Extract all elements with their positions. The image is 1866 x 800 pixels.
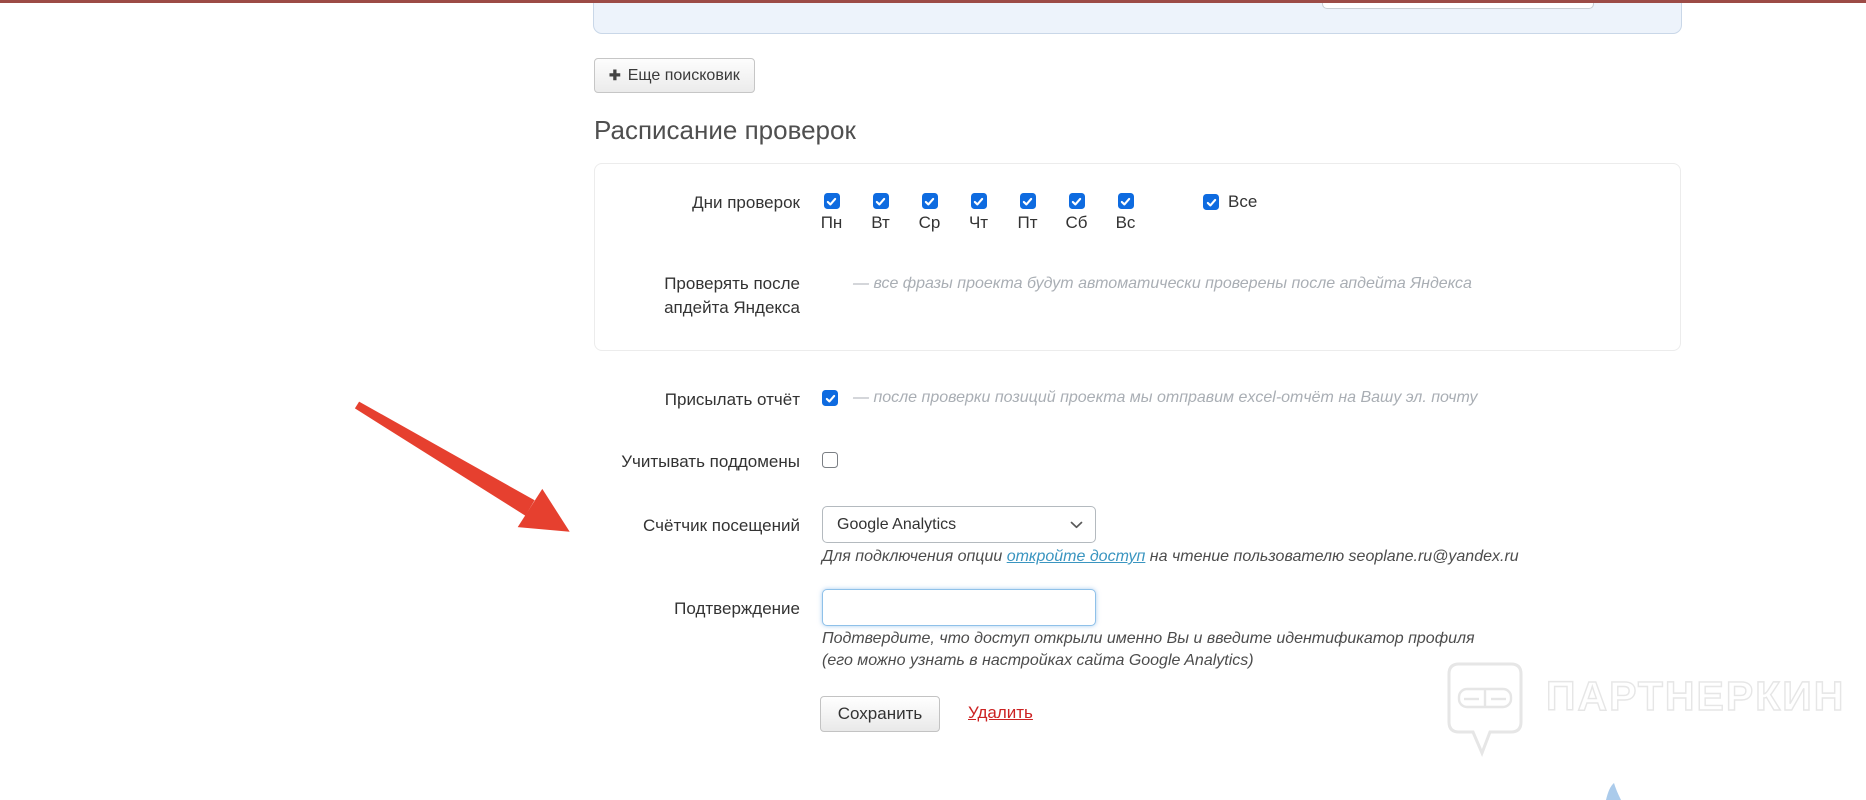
check-icon xyxy=(1120,197,1131,205)
day-checkbox-fri[interactable] xyxy=(1019,193,1036,209)
visit-counter-selected-value: Google Analytics xyxy=(837,515,957,533)
check-icon xyxy=(924,197,935,205)
confirmation-label: Подтверждение xyxy=(674,599,800,618)
check-icon xyxy=(1022,197,1033,205)
watermark: ПАРТНЕРКИН xyxy=(1440,655,1845,759)
check-icon xyxy=(826,197,837,205)
subdomains-checkbox[interactable] xyxy=(822,452,838,468)
day-cell: Пн xyxy=(807,193,856,233)
day-label: Ср xyxy=(918,213,941,232)
all-days-checkbox[interactable] xyxy=(1203,194,1219,210)
day-checkbox-sat[interactable] xyxy=(1068,193,1085,209)
subdomains-label: Учитывать поддомены xyxy=(621,452,800,471)
after-update-hint: — все фразы проекта будут автоматически … xyxy=(853,275,1472,292)
confirmation-hint-line1: Подтвердите, что доступ открыли именно В… xyxy=(822,630,1475,647)
visit-counter-label: Счётчик посещений xyxy=(643,516,800,535)
blue-wisp-decoration xyxy=(1606,783,1621,800)
day-cell: Чт xyxy=(954,193,1003,233)
add-search-engine-label: Еще поисковик xyxy=(627,66,740,84)
send-report-hint: — после проверки позиций проекта мы отпр… xyxy=(853,389,1478,406)
hint-text: Для подключения опции xyxy=(822,548,1007,565)
all-days-group: Все xyxy=(1203,192,1257,212)
check-icon xyxy=(875,197,886,205)
hint-text: на чтение пользователю seoplane.ru@yande… xyxy=(1145,548,1519,565)
watermark-brand-text: ПАРТНЕРКИН xyxy=(1545,672,1846,719)
day-cell: Вс xyxy=(1101,193,1150,233)
check-icon xyxy=(1206,198,1216,206)
chevron-down-icon xyxy=(1070,521,1083,528)
open-access-link[interactable]: откройте доступ xyxy=(1007,548,1146,565)
delete-link[interactable]: Удалить xyxy=(968,703,1033,723)
day-checkbox-sun[interactable] xyxy=(1117,193,1134,209)
day-checkbox-thu[interactable] xyxy=(970,193,987,209)
day-cell: Ср xyxy=(905,193,954,233)
check-icon xyxy=(1071,197,1082,205)
top-accent-line xyxy=(0,0,1866,3)
visit-counter-hint: Для подключения опции откройте доступ на… xyxy=(822,546,1519,568)
day-label: Чт xyxy=(968,213,989,232)
confirmation-input[interactable] xyxy=(822,589,1096,626)
plus-icon: ✚ xyxy=(609,67,621,83)
day-cell: Сб xyxy=(1052,193,1101,233)
day-cell: Пт xyxy=(1003,193,1052,233)
save-button[interactable]: Сохранить xyxy=(820,696,940,732)
add-search-engine-button[interactable]: ✚ Еще поисковик xyxy=(594,58,755,93)
day-label: Вт xyxy=(871,213,890,232)
day-checkbox-tue[interactable] xyxy=(872,193,889,209)
send-report-checkbox[interactable] xyxy=(822,390,838,406)
day-label: Вс xyxy=(1115,213,1136,232)
send-report-label: Присылать отчёт xyxy=(664,390,800,409)
day-label: Пт xyxy=(1017,213,1038,232)
confirmation-hint: Подтвердите, что доступ открыли именно В… xyxy=(822,628,1475,672)
check-icon xyxy=(973,197,984,205)
day-cell: Вт xyxy=(856,193,905,233)
days-checkbox-row: Пн Вт Ср Чт Пт Сб Вс xyxy=(807,193,1150,233)
day-checkbox-wed[interactable] xyxy=(921,193,938,209)
page-title: Расписание проверок xyxy=(594,115,856,145)
days-label: Дни проверок xyxy=(692,193,800,212)
day-checkbox-mon[interactable] xyxy=(823,193,840,209)
confirmation-hint-line2: (его можно узнать в настройках сайта Goo… xyxy=(822,652,1254,669)
day-label: Пн xyxy=(820,213,843,232)
check-icon xyxy=(825,394,835,402)
day-label: Сб xyxy=(1065,213,1088,232)
visit-counter-select[interactable]: Google Analytics xyxy=(822,506,1096,543)
after-update-label: Проверять после апдейта Яндекса xyxy=(664,274,800,317)
all-days-label: Все xyxy=(1228,192,1258,211)
